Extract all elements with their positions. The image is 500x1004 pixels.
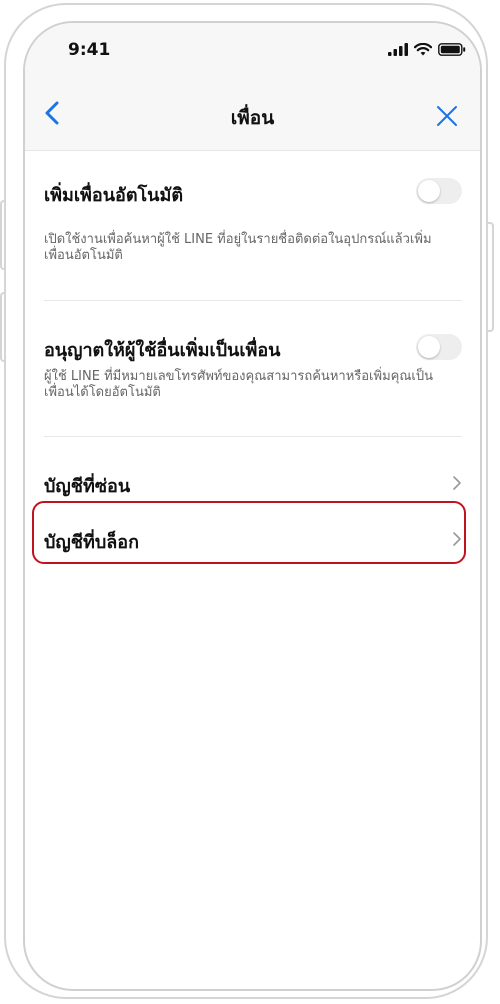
allow-others-toggle[interactable] [416,334,462,360]
divider [44,436,462,437]
auto-add-title: เพิ่มเพื่อนอัตโนมัติ [44,185,184,206]
page-title: เพื่อน [230,107,275,129]
status-time: 9:41 [68,40,111,60]
wifi-icon [414,43,432,56]
auto-add-toggle[interactable] [416,178,462,204]
toggle-knob [418,180,440,202]
hidden-accounts-row[interactable]: บัญชีที่ซ่อน [44,463,462,503]
chevron-right-icon [453,532,461,546]
phone-frame: 9:41 เพื่อน เพิ่มเพื่อนอัตโนมัติ เปิดใช้… [4,3,488,999]
cellular-signal-icon [388,43,408,56]
auto-add-setting: เพิ่มเพื่อนอัตโนมัติ เปิดใช้งานเพื่อค้นห… [25,150,480,320]
auto-add-description: เปิดใช้งานเพื่อค้นหาผู้ใช้ LINE ที่อยู่ใ… [44,232,432,263]
header-area: 9:41 เพื่อน [25,23,480,151]
allow-others-title: อนุญาตให้ผู้ใช้อื่นเพิ่มเป็นเพื่อน [44,340,281,361]
status-icons [388,43,466,56]
power-button [488,222,494,332]
battery-icon [438,43,466,56]
blocked-accounts-label: บัญชีที่บล็อก [44,532,140,553]
hidden-accounts-label: บัญชีที่ซ่อน [44,476,131,497]
toggle-knob [418,336,440,358]
blocked-accounts-row[interactable]: บัญชีที่บล็อก [44,519,462,559]
allow-others-setting: อนุญาตให้ผู้ใช้อื่นเพิ่มเป็นเพื่อน ผู้ใช… [25,301,480,441]
phone-screen: 9:41 เพื่อน เพิ่มเพื่อนอัตโนมัติ เปิดใช้… [23,21,482,991]
screenshot-canvas: 9:41 เพื่อน เพิ่มเพื่อนอัตโนมัติ เปิดใช้… [0,0,500,1004]
allow-others-description: ผู้ใช้ LINE ที่มีหมายเลขโทรศัพท์ของคุณสา… [44,369,433,400]
close-icon[interactable] [436,105,458,127]
chevron-right-icon [453,476,461,490]
